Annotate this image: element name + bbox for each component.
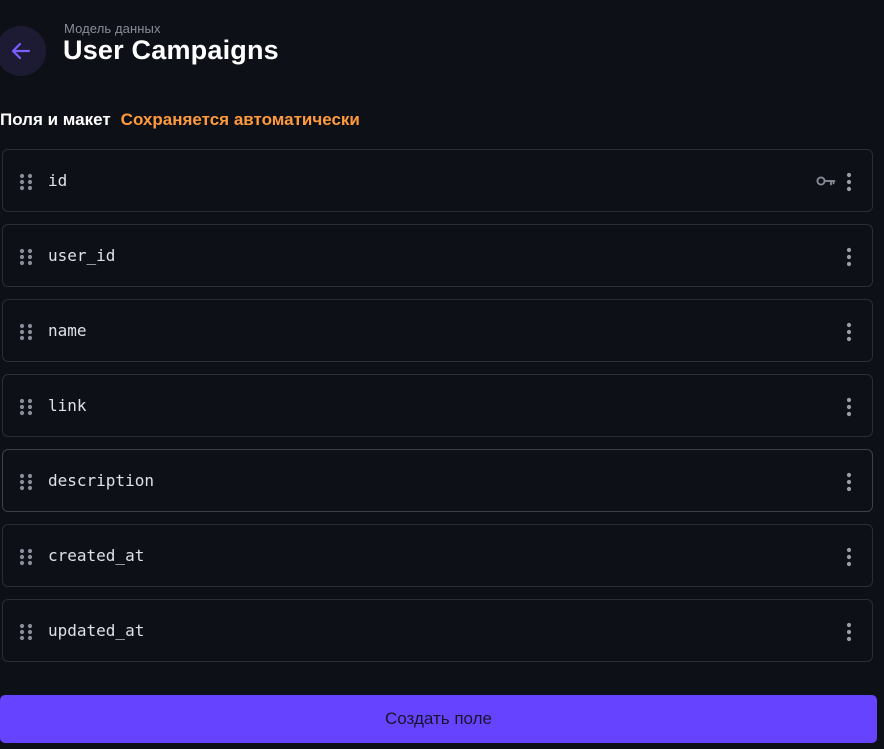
back-button[interactable] [0, 26, 46, 76]
more-options-icon[interactable] [846, 547, 852, 567]
more-options-icon[interactable] [846, 472, 852, 492]
arrow-left-icon [11, 42, 31, 60]
section-title: Поля и макет [0, 110, 111, 129]
field-row[interactable]: link [2, 374, 873, 437]
field-row[interactable]: id [2, 149, 873, 212]
drag-handle-icon[interactable] [19, 548, 33, 566]
field-name: description [48, 471, 154, 490]
drag-handle-icon[interactable] [19, 323, 33, 341]
more-options-icon[interactable] [846, 247, 852, 267]
more-options-icon[interactable] [846, 322, 852, 342]
field-name: created_at [48, 546, 145, 565]
field-name: updated_at [48, 621, 145, 640]
drag-handle-icon[interactable] [19, 398, 33, 416]
drag-handle-icon[interactable] [19, 248, 33, 266]
drag-handle-icon[interactable] [19, 173, 33, 191]
field-row[interactable]: name [2, 299, 873, 362]
field-name: link [48, 396, 87, 415]
field-name: user_id [48, 246, 116, 265]
field-name: name [48, 321, 87, 340]
field-name: id [48, 171, 68, 190]
field-row[interactable]: created_at [2, 524, 873, 587]
more-options-icon[interactable] [846, 622, 852, 642]
create-field-button[interactable]: Создать поле [0, 695, 877, 743]
more-options-icon[interactable] [846, 172, 852, 192]
field-row[interactable]: description [2, 449, 873, 512]
primary-key-icon [816, 174, 836, 188]
more-options-icon[interactable] [846, 397, 852, 417]
page-subtitle: Модель данных [64, 21, 161, 36]
field-row[interactable]: updated_at [2, 599, 873, 662]
section-header: Поля и макет Сохраняется автоматически [0, 110, 360, 130]
field-row[interactable]: user_id [2, 224, 873, 287]
drag-handle-icon[interactable] [19, 623, 33, 641]
fields-list: id user_idname link description created_atup… [2, 149, 873, 674]
autosave-note: Сохраняется автоматически [120, 110, 360, 129]
page-title: User Campaigns [63, 35, 279, 65]
drag-handle-icon[interactable] [19, 473, 33, 491]
data-model-page: Модель данных User Campaigns Поля и маке… [0, 0, 884, 749]
